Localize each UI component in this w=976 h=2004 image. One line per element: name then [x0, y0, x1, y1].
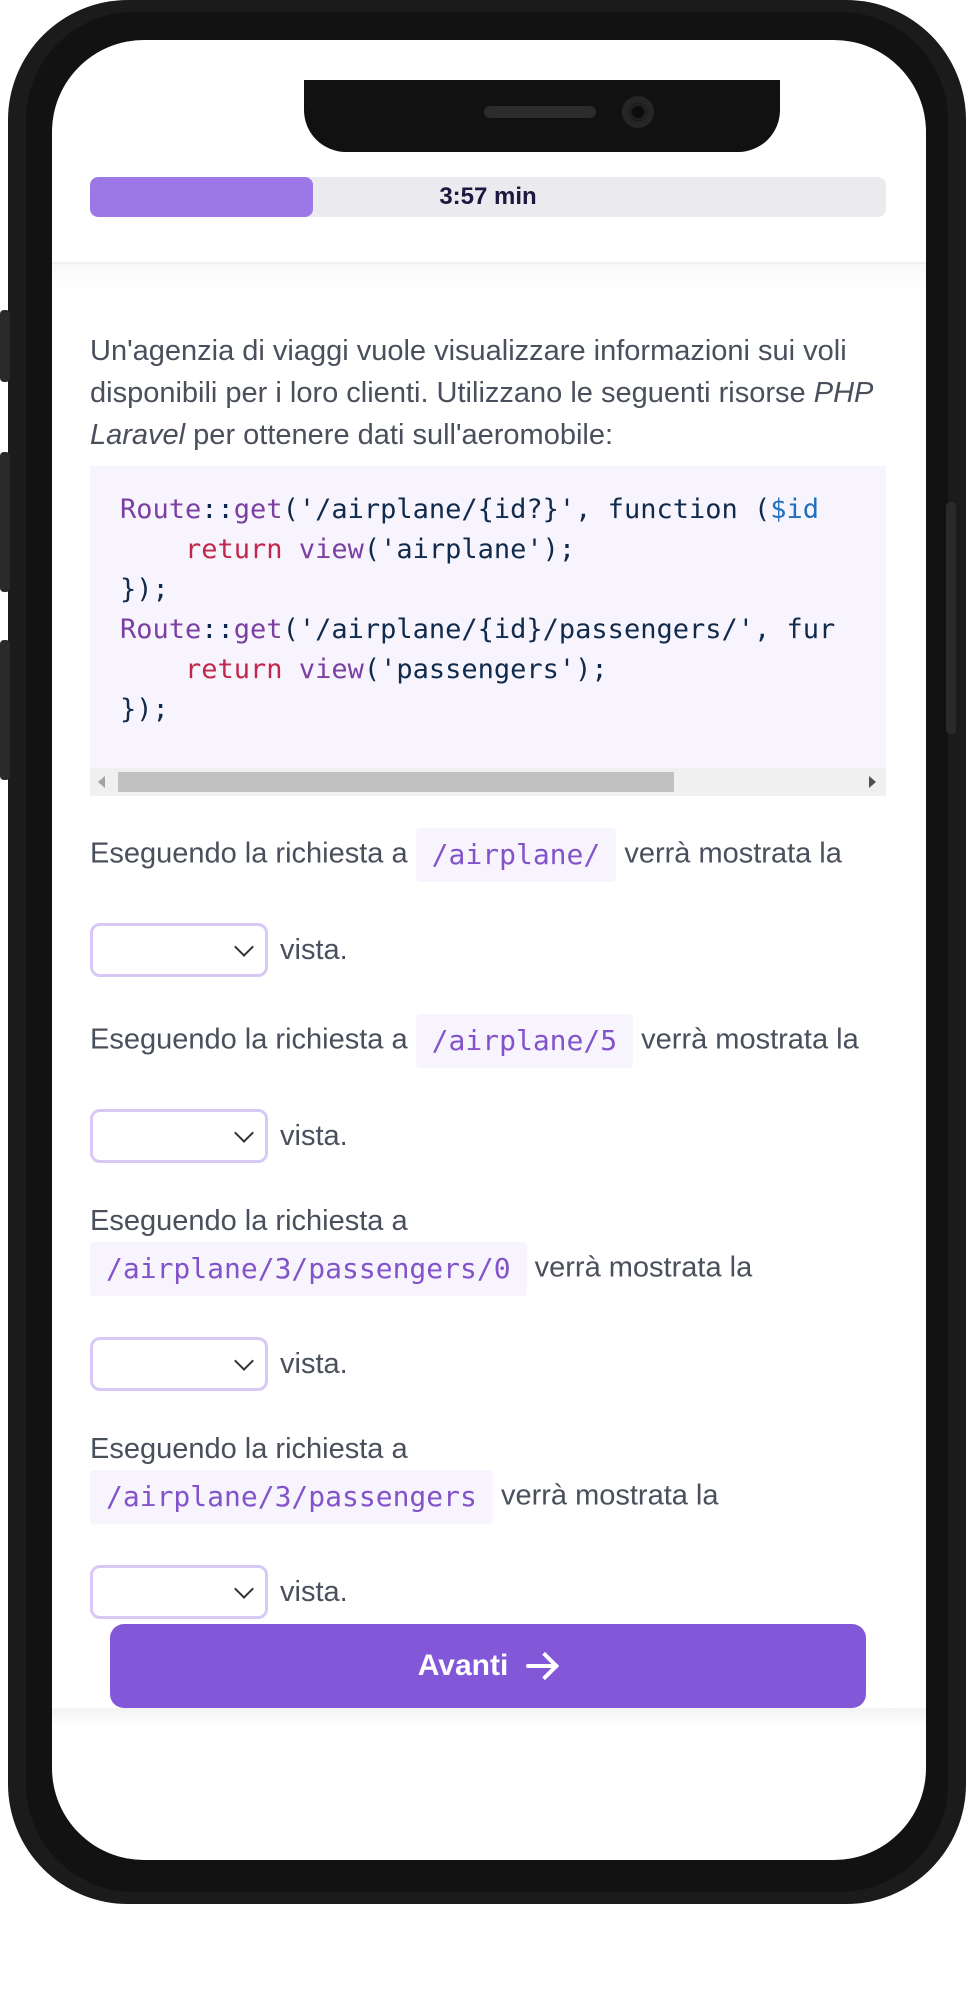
- answer-row: vista.: [90, 918, 886, 982]
- chevron-down-icon: [234, 1123, 254, 1143]
- header-shadow: [52, 264, 926, 288]
- scroll-right-icon[interactable]: [869, 776, 876, 788]
- view-select[interactable]: [90, 1109, 268, 1163]
- scroll-left-icon[interactable]: [98, 776, 105, 788]
- timer-label: 3:57 min: [439, 183, 537, 210]
- question-intro: Un'agenzia di viaggi vuole visualizzare …: [90, 330, 886, 456]
- question-suffix: verrà mostrata la: [500, 1479, 719, 1512]
- view-select[interactable]: [90, 1565, 268, 1619]
- phone-side-button: [0, 310, 10, 382]
- code-line-6: });: [120, 694, 169, 725]
- question-suffix: verrà mostrata la: [534, 1251, 753, 1284]
- chevron-down-icon: [234, 937, 254, 957]
- code-line-1: Route::get('/airplane/{id?}', function (…: [120, 494, 820, 525]
- scroll-thumb[interactable]: [118, 772, 674, 792]
- code-line-2: return view('airplane');: [185, 534, 576, 565]
- answer-row: vista.: [90, 1560, 886, 1624]
- next-button[interactable]: Avanti: [110, 1624, 866, 1708]
- front-camera: [622, 96, 654, 128]
- phone-volume-up-button: [0, 452, 10, 592]
- code-line-4: Route::get('/airplane/{id}/passengers/',…: [120, 614, 836, 645]
- phone-power-button: [946, 502, 956, 734]
- question-prefix: Eseguendo la richiesta a: [90, 1023, 408, 1056]
- phone-volume-down-button: [0, 640, 10, 780]
- route-code: /airplane/3/passengers: [90, 1470, 493, 1524]
- chevron-down-icon: [234, 1351, 254, 1371]
- answer-row: vista.: [90, 1104, 886, 1168]
- code-horizontal-scrollbar[interactable]: [90, 768, 886, 796]
- code-line-5: return view('passengers');: [185, 654, 608, 685]
- question-item: Eseguendo la richiesta a /airplane/3/pas…: [90, 1428, 886, 1524]
- chevron-down-icon: [234, 1579, 254, 1599]
- code-line-3: });: [120, 574, 169, 605]
- code-block[interactable]: Route::get('/airplane/{id?}', function (…: [90, 466, 886, 796]
- question-prefix: Eseguendo la richiesta a: [90, 1205, 408, 1237]
- answer-suffix: vista.: [280, 1347, 348, 1380]
- timer-bar: 3:57 min: [90, 177, 886, 217]
- question-suffix: verrà mostrata la: [624, 837, 842, 870]
- screen: 3:57 min Un'agenzia di viaggi vuole visu…: [52, 40, 926, 1860]
- question-item: Eseguendo la richiesta a /airplane/ verr…: [90, 828, 886, 882]
- code-content: Route::get('/airplane/{id?}', function (…: [120, 490, 835, 730]
- route-code: /airplane/5: [415, 1014, 634, 1068]
- next-button-label: Avanti: [417, 1649, 509, 1682]
- answer-row: vista.: [90, 1332, 886, 1396]
- question-item: Eseguendo la richiesta a /airplane/3/pas…: [90, 1200, 886, 1296]
- speaker-grille: [484, 106, 596, 118]
- route-code: /airplane/3/passengers/0: [90, 1242, 527, 1296]
- intro-text-end: per ottenere dati sull'aeromobile:: [185, 419, 614, 451]
- intro-text: Un'agenzia di viaggi vuole visualizzare …: [90, 335, 847, 409]
- question-prefix: Eseguendo la richiesta a: [90, 837, 408, 870]
- footer-shadow: [52, 1708, 926, 1728]
- answer-suffix: vista.: [280, 1575, 348, 1608]
- question-suffix: verrà mostrata la: [641, 1023, 859, 1056]
- question-content: Un'agenzia di viaggi vuole visualizzare …: [90, 330, 886, 1624]
- answer-suffix: vista.: [280, 1119, 348, 1152]
- question-item: Eseguendo la richiesta a /airplane/5 ver…: [90, 1014, 886, 1068]
- scroll-area[interactable]: 3:57 min Un'agenzia di viaggi vuole visu…: [52, 40, 926, 1708]
- phone-notch: [304, 80, 780, 152]
- view-select[interactable]: [90, 923, 268, 977]
- question-prefix: Eseguendo la richiesta a: [90, 1433, 408, 1465]
- arrow-right-icon: [524, 1651, 558, 1681]
- answer-suffix: vista.: [280, 933, 348, 966]
- view-select[interactable]: [90, 1337, 268, 1391]
- route-code: /airplane/: [415, 828, 617, 882]
